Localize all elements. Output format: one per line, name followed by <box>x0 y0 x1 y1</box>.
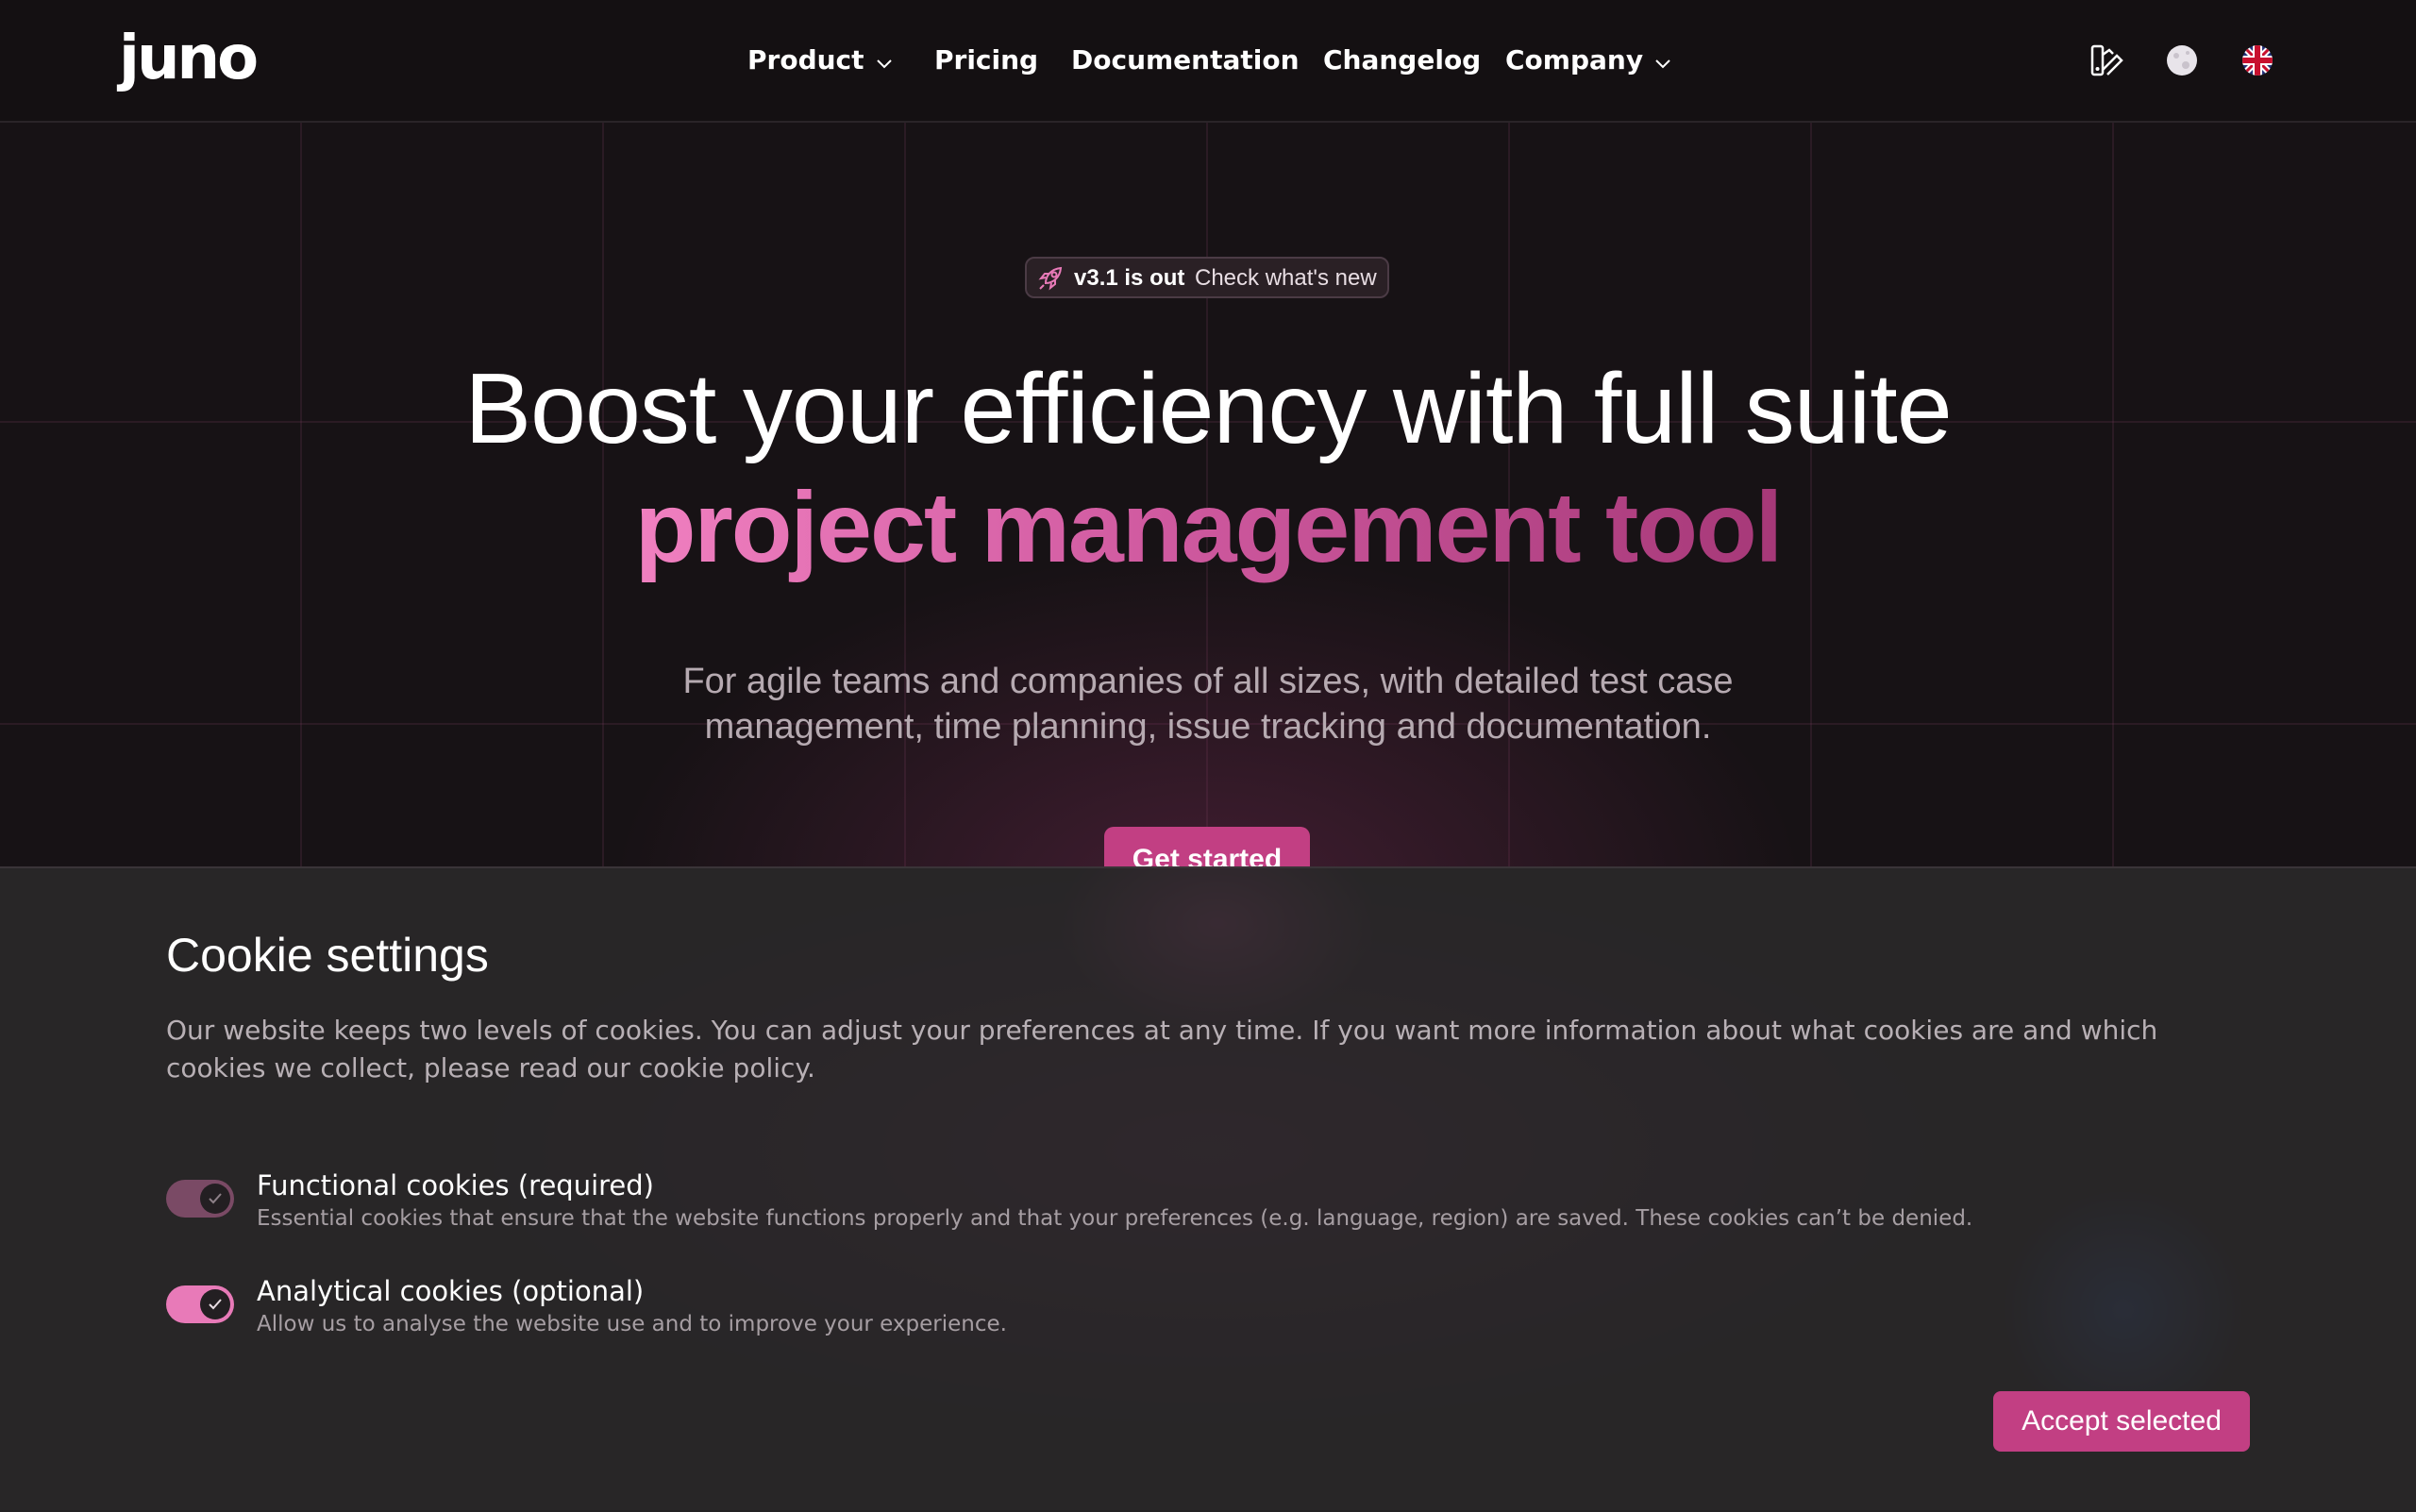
cookie-settings-description: Our website keeps two levels of cookies.… <box>166 1015 2158 1084</box>
uk-flag-icon[interactable] <box>2239 42 2276 79</box>
hero-section: v3.1 is out Check what's new Boost your … <box>0 123 2416 868</box>
analytical-cookies-description: Allow us to analyse the website use and … <box>257 1312 1007 1336</box>
release-badge[interactable]: v3.1 is out Check what's new <box>1025 257 1389 298</box>
toggle-knob <box>200 1289 230 1319</box>
nav-company-label: Company <box>1505 44 1644 76</box>
hero-subtitle-line-1: For agile teams and companies of all siz… <box>682 662 1734 701</box>
nav-pricing-label: Pricing <box>934 44 1039 76</box>
nav-product[interactable]: Product <box>747 38 893 83</box>
cookie-settings-panel: Cookie settings Our website keeps two le… <box>0 866 2416 1512</box>
nav-changelog-label: Changelog <box>1323 44 1482 76</box>
functional-cookies-toggle[interactable] <box>166 1180 234 1218</box>
top-navigation-bar: juno Product Pricing Documentation Chang… <box>0 0 2416 123</box>
toggle-knob <box>200 1184 230 1214</box>
functional-cookies-option: Functional cookies (required) Essential … <box>166 1167 2337 1233</box>
hero-headline: Boost your efficiency with full suite <box>464 353 1952 464</box>
hero-headline-highlight: project management tool <box>0 468 2416 587</box>
moon-icon[interactable] <box>2163 42 2201 79</box>
badge-link-text: Check what's new <box>1195 265 1377 291</box>
chevron-down-icon <box>876 39 893 84</box>
nav-documentation-label: Documentation <box>1071 44 1300 76</box>
nav-documentation[interactable]: Documentation <box>1071 38 1300 83</box>
hero-subtitle: For agile teams and companies of all siz… <box>528 659 1888 749</box>
chevron-down-icon <box>1654 39 1671 84</box>
nav-changelog[interactable]: Changelog <box>1323 38 1481 83</box>
analytical-cookies-option: Analytical cookies (optional) Allow us t… <box>166 1272 2337 1338</box>
theme-palette-icon[interactable] <box>2088 42 2125 79</box>
get-started-button[interactable]: Get started <box>1104 827 1310 868</box>
main-nav: Product Pricing Documentation Changelog … <box>0 0 2416 121</box>
accept-selected-button[interactable]: Accept selected <box>1993 1391 2250 1452</box>
analytical-cookies-label: Analytical cookies (optional) <box>257 1275 645 1307</box>
hero-subtitle-line-2: management, time planning, issue trackin… <box>704 707 1712 747</box>
nav-pricing[interactable]: Pricing <box>934 38 1038 83</box>
functional-cookies-description: Essential cookies that ensure that the w… <box>257 1206 1973 1231</box>
rocket-icon <box>1036 264 1065 293</box>
nav-company[interactable]: Company <box>1505 38 1671 83</box>
cookie-settings-title: Cookie settings <box>166 929 489 982</box>
hero-headline-highlight-text: project management tool <box>634 472 1783 583</box>
analytical-cookies-toggle[interactable] <box>166 1285 234 1323</box>
badge-version: v3.1 is out <box>1074 265 1185 291</box>
functional-cookies-label: Functional cookies (required) <box>257 1169 654 1201</box>
nav-product-label: Product <box>747 44 864 76</box>
